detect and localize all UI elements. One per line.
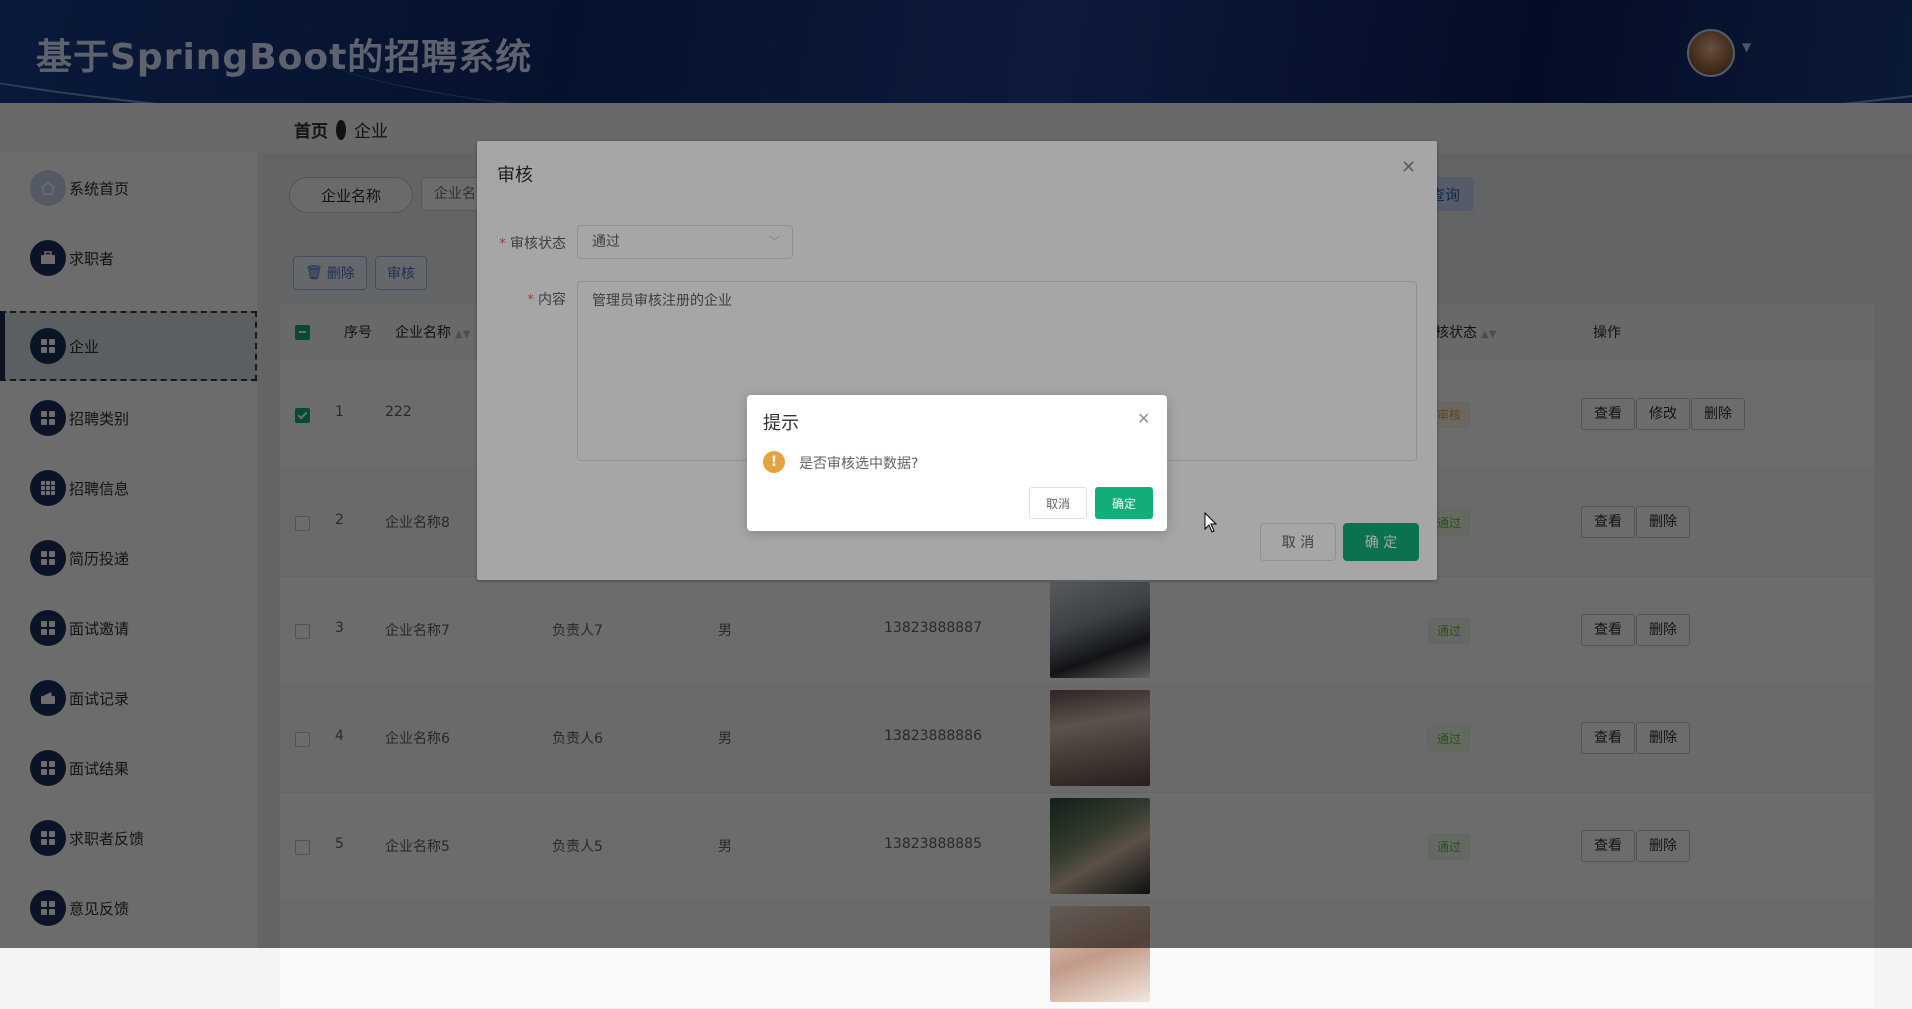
message-cancel-button[interactable]: 取消 xyxy=(1029,487,1087,519)
mouse-cursor-icon xyxy=(1204,512,1218,533)
close-icon[interactable]: ✕ xyxy=(1137,409,1150,428)
confirm-message-box: 提示 ✕ ! 是否审核选中数据? 取消 确定 xyxy=(747,395,1167,531)
message-box-text: 是否审核选中数据? xyxy=(799,456,919,472)
message-ok-button[interactable]: 确定 xyxy=(1095,487,1153,519)
message-box-title: 提示 xyxy=(763,413,799,434)
warning-icon: ! xyxy=(763,451,785,473)
